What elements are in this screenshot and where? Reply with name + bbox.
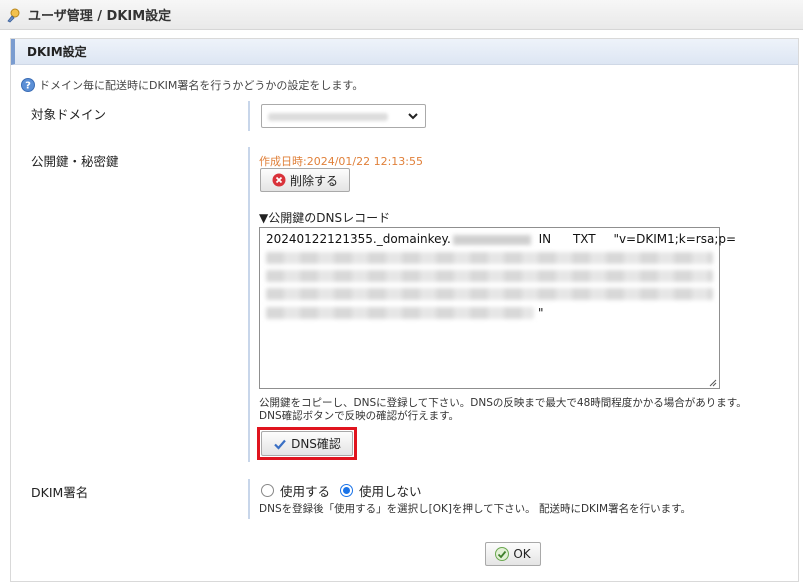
domain-select-value [268, 113, 388, 121]
dns-record-textarea[interactable]: 20240122121355._domainkey. IN TXT "v=DKI… [259, 227, 736, 389]
delete-button-label: 削除する [289, 173, 338, 188]
check-icon [273, 437, 287, 451]
page-title: ユーザ管理 / DKIM設定 [28, 9, 172, 24]
info-text-row: ? ドメイン毎に配送時にDKIM署名を行うかどうかの設定をします。 [21, 77, 363, 93]
dns-record-txt: TXT [572, 232, 596, 246]
dns-record-last-line: " [266, 306, 713, 320]
dns-note-line2: DNS確認ボタンで反映の確認が行えます。 [259, 410, 460, 422]
dns-record-key [266, 288, 713, 300]
dns-note-line1: 公開鍵をコピーし、DNSに登録して下さい。DNSの反映まで最大で48時間程度かか… [259, 397, 747, 409]
keys-label: 公開鍵・秘密鍵 [31, 154, 119, 169]
use-radio[interactable] [261, 484, 274, 497]
sign-label: DKIM署名 [31, 485, 89, 500]
panel-title: DKIM設定 [11, 39, 798, 65]
dns-check-button[interactable]: DNS確認 [261, 431, 353, 456]
info-text: ドメイン毎に配送時にDKIM署名を行うかどうかの設定をします。 [39, 79, 364, 92]
svg-text:?: ? [25, 81, 31, 92]
dns-record-title: ▼公開鍵のDNSレコード [259, 211, 391, 225]
dns-record-prefix: 20240122121355._domainkey. [266, 232, 451, 246]
delete-icon [272, 173, 286, 187]
dns-record-key [266, 270, 713, 282]
chevron-down-icon [407, 110, 419, 122]
divider [248, 147, 250, 462]
sign-radio-group: 使用する 使用しない [261, 481, 422, 500]
dns-record-domain [452, 234, 531, 245]
created-timestamp: 作成日時:2024/01/22 12:13:55 [259, 155, 424, 168]
resize-grip-icon[interactable] [707, 376, 717, 387]
dns-record-value: "v=DKIM1;k=rsa;p= [613, 232, 737, 246]
sign-note: DNSを登録後「使用する」を選択し[OK]を押して下さい。 配送時にDKIM署名… [259, 503, 692, 515]
dns-record-key [266, 252, 713, 264]
page-header: ユーザ管理 / DKIM設定 [0, 0, 803, 30]
use-radio-label[interactable]: 使用する [280, 481, 330, 500]
ok-button[interactable]: OK [485, 542, 541, 566]
dns-record-in: IN [538, 232, 552, 246]
delete-button[interactable]: 削除する [260, 168, 350, 192]
domain-select[interactable] [261, 104, 426, 128]
ok-button-label: OK [513, 547, 531, 561]
nouse-radio-label[interactable]: 使用しない [359, 481, 422, 500]
dns-record-line: 20240122121355._domainkey. IN TXT "v=DKI… [266, 232, 736, 246]
dns-record-key [266, 307, 534, 319]
help-icon: ? [21, 78, 35, 92]
ok-icon [495, 547, 510, 561]
divider [248, 101, 250, 131]
domain-label: 対象ドメイン [31, 107, 107, 122]
divider [248, 479, 250, 519]
dkim-panel: DKIM設定 ? ドメイン毎に配送時にDKIM署名を行うかどうかの設定をします。… [10, 38, 799, 582]
user-admin-icon [6, 7, 22, 23]
nouse-radio[interactable] [340, 484, 354, 497]
dns-check-button-label: DNS確認 [291, 437, 341, 451]
dns-record-end: " [538, 306, 544, 320]
